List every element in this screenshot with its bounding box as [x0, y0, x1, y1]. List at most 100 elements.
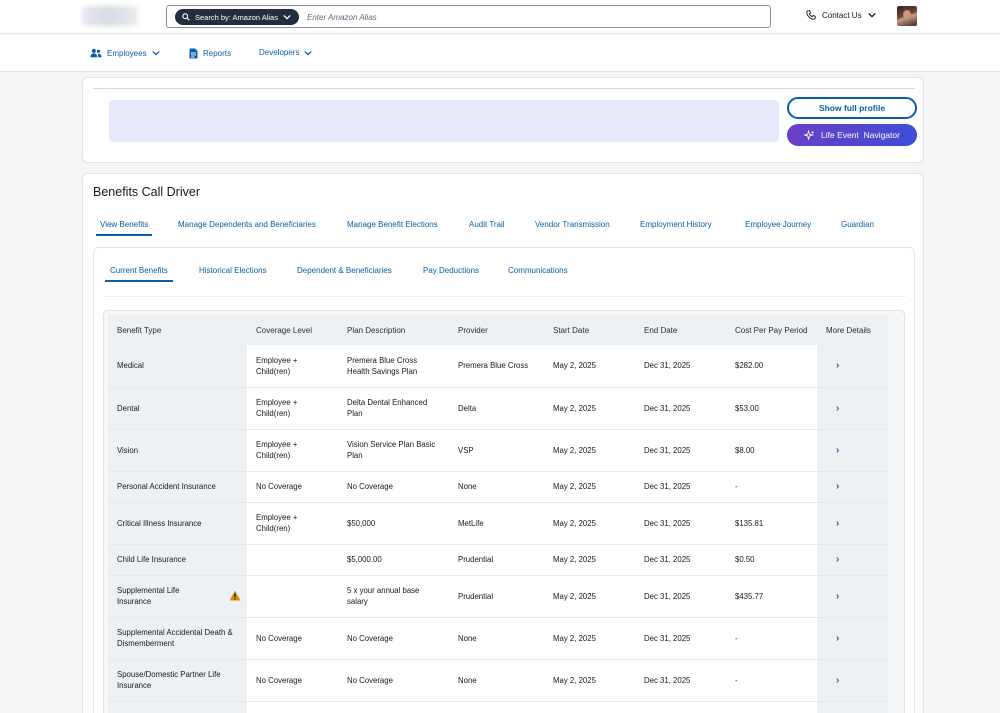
- tab-employee-journey[interactable]: Employee Journey: [745, 220, 811, 229]
- benefits-call-driver-panel: Benefits Call Driver View Benefits Manag…: [82, 173, 924, 713]
- chevron-right-icon[interactable]: ›: [826, 403, 839, 414]
- start-date-cell: May 2, 2025: [544, 575, 635, 618]
- search-input[interactable]: [307, 10, 747, 24]
- subtab-communications[interactable]: Communications: [508, 266, 568, 275]
- column-header-cost: Cost Per Pay Period: [726, 315, 817, 345]
- cost-cell: $8.00: [726, 429, 817, 472]
- view-benefits-panel: Current Benefits Historical Elections De…: [93, 247, 915, 713]
- column-header-start-date: Start Date: [544, 315, 635, 345]
- coverage-level-cell: Employee + Child(ren): [247, 345, 338, 388]
- tab-audit-trail[interactable]: Audit Trail: [469, 220, 505, 229]
- table-row: Personal Accident Insurance No Coverage …: [108, 471, 888, 503]
- search-type-dropdown[interactable]: Search by: Amazon Alias: [175, 9, 299, 25]
- more-details-cell: ›: [817, 471, 888, 503]
- more-details-cell: ›: [817, 575, 888, 618]
- table-row: Child Life Insurance $5,000.00 Prudentia…: [108, 544, 888, 576]
- provider-cell: None: [449, 471, 544, 503]
- nav-developers-label: Developers: [259, 48, 300, 57]
- plan-description-cell: No Coverage: [338, 659, 449, 702]
- people-icon: [90, 48, 102, 58]
- coverage-level-cell: [247, 575, 338, 618]
- chevron-right-icon[interactable]: ›: [826, 445, 839, 456]
- nav-employees[interactable]: Employees: [90, 48, 160, 58]
- nav-employees-label: Employees: [107, 48, 147, 58]
- tab-manage-dependents[interactable]: Manage Dependents and Beneficiaries: [178, 220, 316, 229]
- start-date-cell: May 2, 2025: [544, 345, 635, 388]
- main-tabs: View Benefits Manage Dependents and Bene…: [83, 220, 925, 240]
- cost-cell: -: [726, 659, 817, 702]
- plan-description-cell: Premera Blue Cross Health Savings Plan: [338, 345, 449, 388]
- end-date-cell: Dec 31, 2025: [635, 502, 726, 545]
- start-date-cell: May 2, 2025: [544, 387, 635, 430]
- start-date-cell: May 2, 2025: [544, 429, 635, 472]
- empty-cell: [247, 701, 338, 713]
- chevron-right-icon[interactable]: ›: [826, 633, 839, 644]
- column-header-provider: Provider: [449, 315, 544, 345]
- coverage-level-cell: Employee + Child(ren): [247, 429, 338, 472]
- table-row: Vision Employee + Child(ren) Vision Serv…: [108, 429, 888, 472]
- provider-cell: None: [449, 659, 544, 702]
- divider: [104, 296, 906, 297]
- plan-description-cell: Vision Service Plan Basic Plan: [338, 429, 449, 472]
- chevron-right-icon[interactable]: ›: [826, 481, 839, 492]
- employee-profile-card: Show full profile Life Event Navigator: [82, 77, 924, 163]
- tab-view-benefits[interactable]: View Benefits: [95, 220, 153, 236]
- user-avatar[interactable]: [897, 6, 917, 26]
- page-title: Benefits Call Driver: [93, 185, 200, 199]
- subtab-historical-elections[interactable]: Historical Elections: [199, 266, 267, 275]
- subtab-current-benefits[interactable]: Current Benefits: [105, 266, 173, 282]
- nav-reports-label: Reports: [203, 49, 232, 58]
- start-date-cell: May 2, 2025: [544, 471, 635, 503]
- contact-us-menu[interactable]: Contact Us: [806, 10, 876, 20]
- cost-cell: $53.00: [726, 387, 817, 430]
- sparkle-icon: [804, 129, 815, 141]
- nav-developers[interactable]: Developers: [259, 48, 313, 57]
- tab-guardian[interactable]: Guardian: [841, 220, 874, 229]
- cost-cell: $282.00: [726, 345, 817, 388]
- current-benefits-table: Benefit Type Coverage Level Plan Descrip…: [108, 315, 888, 713]
- document-icon: [189, 48, 198, 59]
- benefit-type-cell: Vision: [108, 429, 247, 472]
- chevron-right-icon[interactable]: ›: [826, 518, 839, 529]
- nav-reports[interactable]: Reports: [189, 48, 231, 59]
- warning-icon[interactable]: [229, 590, 241, 601]
- end-date-cell: Dec 31, 2025: [635, 544, 726, 576]
- end-date-cell: Dec 31, 2025: [635, 345, 726, 388]
- benefit-type-label: Supplemental Life Insurance: [117, 586, 180, 606]
- cost-cell: $435.77: [726, 575, 817, 618]
- empty-cell: [635, 701, 726, 713]
- search-icon: [182, 13, 190, 21]
- end-date-cell: Dec 31, 2025: [635, 659, 726, 702]
- column-header-plan-description: Plan Description: [338, 315, 449, 345]
- more-details-cell: ›: [817, 502, 888, 545]
- more-details-cell: ›: [817, 345, 888, 388]
- life-event-navigator-button[interactable]: Life Event Navigator: [787, 124, 917, 146]
- chevron-right-icon[interactable]: ›: [826, 591, 839, 602]
- start-date-cell: May 2, 2025: [544, 617, 635, 660]
- end-date-cell: Dec 31, 2025: [635, 429, 726, 472]
- subtab-pay-deductions[interactable]: Pay Deductions: [423, 266, 479, 275]
- chevron-right-icon[interactable]: ›: [826, 675, 839, 686]
- company-logo[interactable]: [82, 6, 138, 26]
- chevron-down-icon: [867, 12, 876, 18]
- empty-cell: [449, 701, 544, 713]
- chevron-right-icon[interactable]: ›: [826, 360, 839, 371]
- table-row: Medical Employee + Child(ren) Premera Bl…: [108, 345, 888, 388]
- main-nav: Employees Reports Developers: [0, 35, 1000, 72]
- tab-employment-history[interactable]: Employment History: [640, 220, 712, 229]
- show-full-profile-button[interactable]: Show full profile: [787, 97, 917, 119]
- coverage-level-cell: No Coverage: [247, 659, 338, 702]
- empty-cell: [544, 701, 635, 713]
- plan-description-cell: 5 x your annual base salary: [338, 575, 449, 618]
- tab-manage-benefit-elections[interactable]: Manage Benefit Elections: [347, 220, 438, 229]
- subtab-dependent-beneficiaries[interactable]: Dependent & Beneficiaries: [297, 266, 392, 275]
- tab-vendor-transmission[interactable]: Vendor Transmission: [535, 220, 610, 229]
- end-date-cell: Dec 31, 2025: [635, 575, 726, 618]
- chevron-down-icon: [283, 14, 291, 20]
- chevron-down-icon: [151, 50, 160, 56]
- chevron-right-icon[interactable]: ›: [826, 554, 839, 565]
- benefit-type-cell: Critical Illness Insurance: [108, 502, 247, 545]
- table-row: [108, 701, 888, 713]
- cost-cell: $135.81: [726, 502, 817, 545]
- divider: [93, 88, 915, 89]
